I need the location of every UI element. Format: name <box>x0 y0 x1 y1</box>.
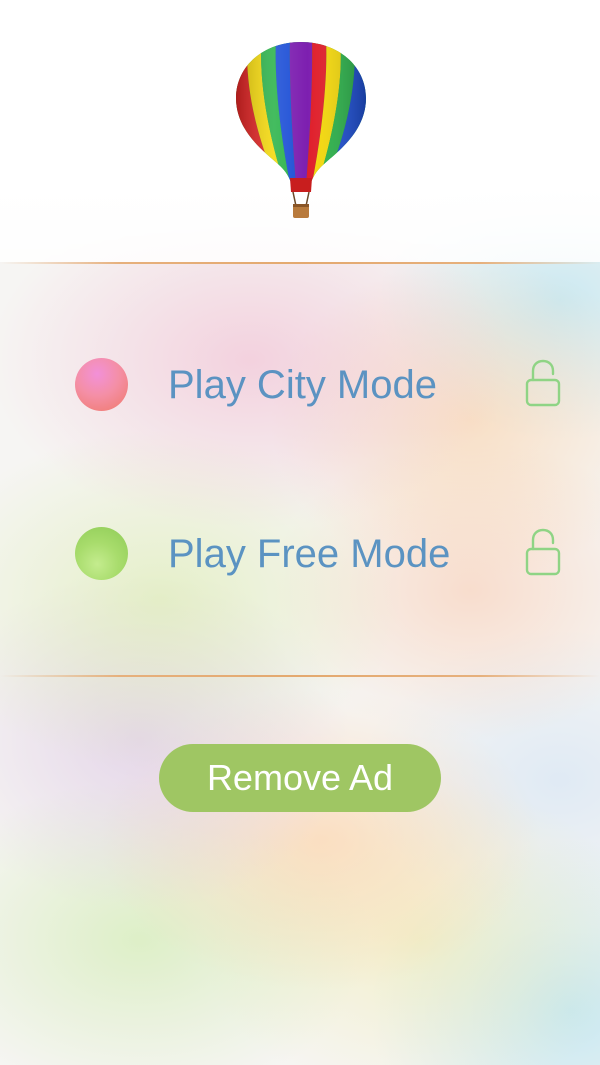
remove-ad-button[interactable]: Remove Ad <box>159 744 441 812</box>
hot-air-balloon-icon <box>236 42 366 218</box>
unlocked-padlock-icon <box>525 359 561 407</box>
play-city-mode-button[interactable]: Play City Mode <box>0 344 600 424</box>
play-free-mode-button[interactable]: Play Free Mode <box>0 513 600 593</box>
free-mode-dot <box>75 527 128 580</box>
free-mode-label: Play Free Mode <box>168 532 451 576</box>
top-divider <box>0 262 600 264</box>
unlocked-padlock-icon <box>525 528 561 576</box>
bottom-divider <box>0 675 600 677</box>
city-mode-label: Play City Mode <box>168 363 437 407</box>
city-mode-dot <box>75 358 128 411</box>
header <box>0 0 600 262</box>
